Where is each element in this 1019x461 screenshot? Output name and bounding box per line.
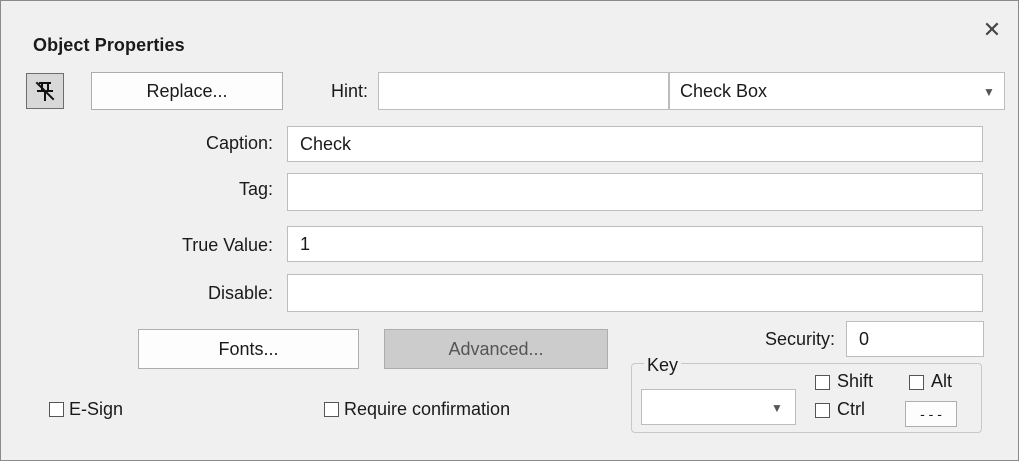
pin-off-glyph — [35, 81, 55, 101]
hint-label: Hint: — [331, 81, 369, 101]
chevron-down-icon[interactable]: ▼ — [771, 401, 783, 415]
shift-label: Shift — [837, 371, 874, 391]
ctrl-checkbox[interactable] — [815, 403, 830, 418]
caption-label: Caption: — [205, 133, 273, 153]
close-icon[interactable]: ✕ — [979, 17, 1005, 43]
shift-checkbox[interactable] — [815, 375, 830, 390]
require-confirmation-label: Require confirmation — [344, 399, 511, 419]
security-label: Security: — [765, 329, 836, 349]
key-group-label: Key — [644, 355, 682, 376]
ctrl-label: Ctrl — [837, 399, 865, 419]
tag-label: Tag: — [238, 179, 273, 199]
fonts-button[interactable]: Fonts... — [138, 329, 359, 369]
disable-input[interactable] — [287, 274, 983, 312]
alt-checkbox[interactable] — [909, 375, 924, 390]
dialog-title: Object Properties — [33, 35, 185, 55]
require-confirmation-checkbox[interactable] — [324, 402, 339, 417]
true-value-input[interactable]: 1 — [287, 226, 983, 262]
caption-input[interactable]: Check — [287, 126, 983, 162]
advanced-button[interactable]: Advanced... — [384, 329, 608, 369]
object-properties-dialog: Object Properties ✕ Replace... Hint: Che… — [0, 0, 1019, 461]
chevron-down-icon[interactable]: ▼ — [983, 85, 995, 99]
esign-checkbox[interactable] — [49, 402, 64, 417]
alt-label: Alt — [931, 371, 953, 391]
tag-input[interactable] — [287, 173, 983, 211]
true-value-label: True Value: — [181, 235, 273, 255]
hint-input[interactable] — [378, 72, 669, 110]
pin-off-icon[interactable] — [26, 73, 64, 109]
replace-button[interactable]: Replace... — [91, 72, 283, 110]
object-type-value: Check Box — [680, 81, 768, 101]
key-browse-button[interactable]: - - - — [905, 401, 957, 427]
esign-label: E-Sign — [69, 399, 124, 419]
disable-label: Disable: — [207, 283, 273, 303]
object-type-select[interactable]: Check Box — [669, 72, 1005, 110]
security-input[interactable]: 0 — [846, 321, 984, 357]
